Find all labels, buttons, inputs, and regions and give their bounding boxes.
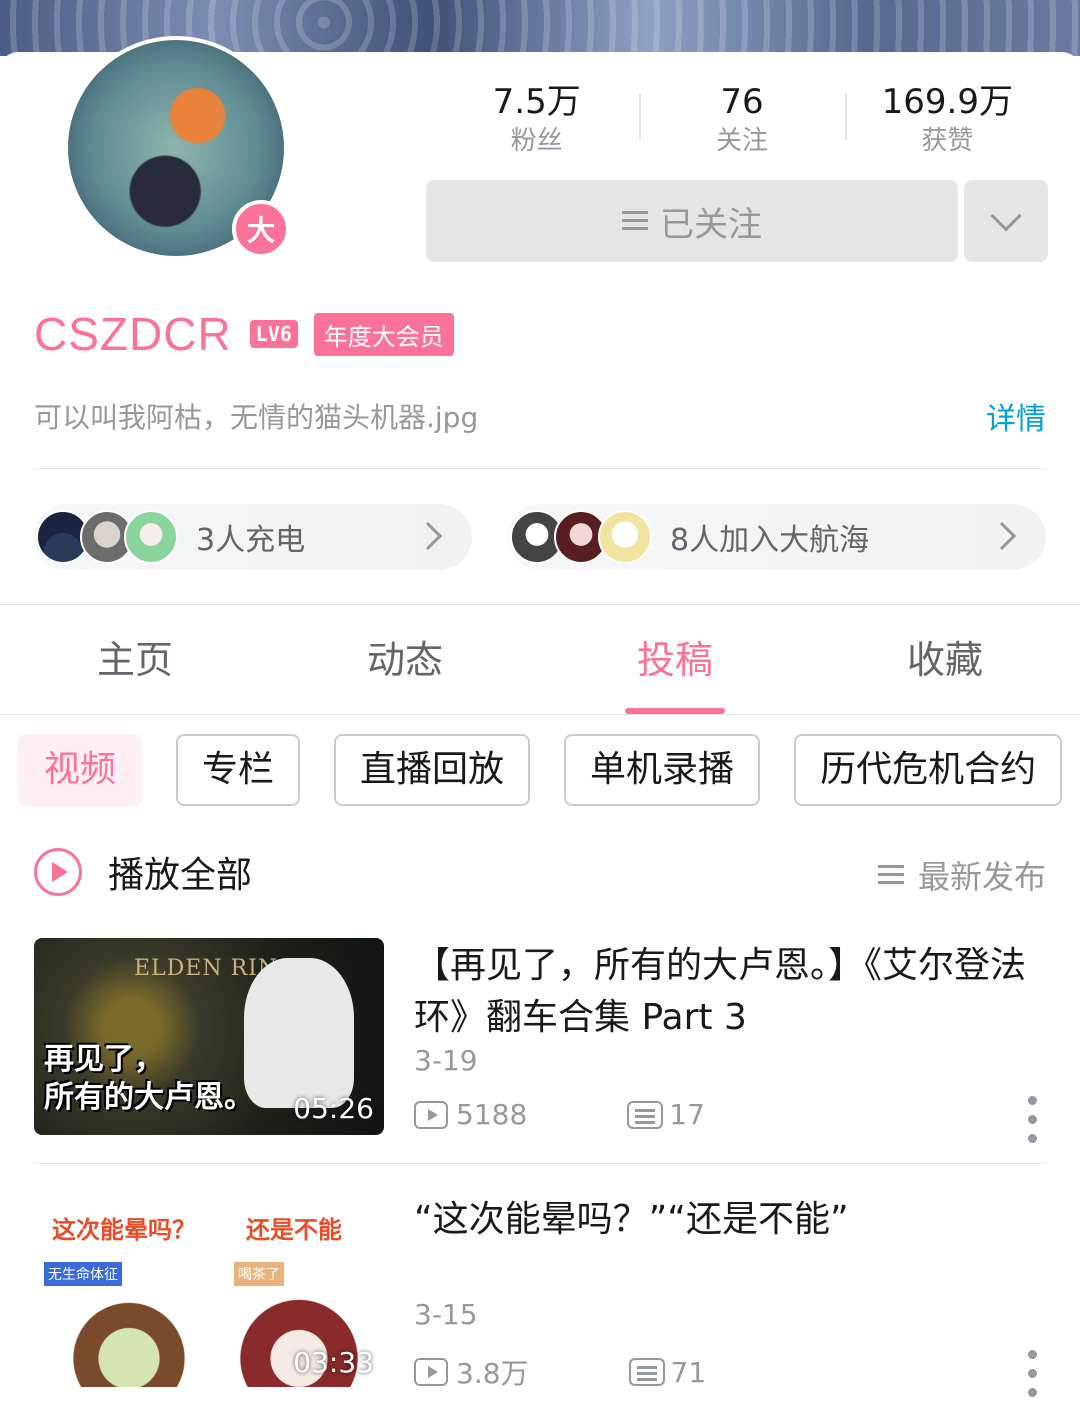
sort-button[interactable]: 最新发布: [877, 852, 1046, 898]
follow-options-button[interactable]: [964, 180, 1048, 262]
thumbnail-figure: [244, 958, 354, 1108]
name-row: CSZDCR LV6 年度大会员: [34, 304, 454, 364]
danmaku-icon: [628, 1358, 665, 1386]
video-title[interactable]: “这次能晕吗？”“还是不能”: [414, 1194, 1046, 1246]
tab-favorites[interactable]: 收藏: [810, 606, 1080, 714]
play-all-label: 播放全部: [108, 855, 253, 896]
tab-dynamics[interactable]: 动态: [270, 606, 540, 714]
more-options-icon[interactable]: [1028, 1350, 1038, 1400]
divider: [34, 1163, 1046, 1164]
chip-live-replays[interactable]: 直播回放: [334, 734, 531, 806]
fleet-text: 8人加入大航海: [670, 523, 870, 558]
danmaku-count: 71: [670, 1355, 707, 1389]
tab-home[interactable]: 主页: [0, 606, 270, 714]
tab-uploads[interactable]: 投稿: [540, 606, 810, 714]
video-title[interactable]: 【再见了，所有的大卢恩。】《艾尔登法环》翻车合集 Part 3: [414, 940, 1046, 1044]
stat-likes-value: 169.9万: [881, 82, 1013, 122]
sort-label: 最新发布: [917, 858, 1046, 896]
stat-following[interactable]: 76 关注: [639, 80, 844, 160]
video-meta: 5188 17: [414, 1098, 705, 1131]
chip-articles[interactable]: 专栏: [176, 734, 301, 806]
chevron-right-icon: [413, 521, 443, 551]
more-options-icon[interactable]: [1028, 1096, 1038, 1146]
video-duration: 05:26: [293, 1092, 374, 1125]
view-count: 3.8万: [456, 1357, 529, 1390]
avatar: [598, 510, 652, 564]
chip-videos[interactable]: 视频: [18, 734, 143, 806]
divider: [0, 714, 1080, 715]
video-date: 3-15: [414, 1298, 478, 1331]
video-meta: 3.8万 71: [414, 1352, 706, 1392]
charge-supporters[interactable]: 3人充电: [34, 504, 472, 570]
stat-likes[interactable]: 169.9万 获赞: [844, 80, 1050, 160]
play-count-icon: [414, 1358, 448, 1386]
video-thumbnail[interactable]: ELDEN RING 再见了， 所有的大卢恩。 05:26: [34, 938, 384, 1135]
stat-likes-label: 获赞: [921, 126, 974, 156]
avatar: [124, 510, 178, 564]
level-badge: LV6: [249, 320, 298, 348]
danmaku-icon: [627, 1100, 664, 1129]
thumbnail-tag: 无生命体征: [44, 1262, 122, 1286]
stat-fans-label: 粉丝: [510, 126, 563, 156]
danmaku-count: 17: [669, 1098, 705, 1131]
menu-icon: [622, 211, 648, 231]
vip-badge[interactable]: 年度大会员: [313, 312, 454, 356]
play-circle-icon: [34, 848, 82, 896]
stat-following-label: 关注: [715, 126, 768, 156]
thumbnail-caption: 这次能晕吗？: [52, 1216, 196, 1244]
username: CSZDCR: [34, 308, 232, 360]
video-date: 3-19: [414, 1044, 478, 1077]
chip-single-player-recordings[interactable]: 单机录播: [564, 734, 761, 806]
profile-tabs: 主页 动态 投稿 收藏: [0, 606, 1080, 714]
stat-fans[interactable]: 7.5万 粉丝: [434, 80, 639, 160]
chevron-down-icon: [990, 200, 1022, 232]
play-count-icon: [414, 1100, 448, 1129]
chevron-right-icon: [987, 521, 1017, 551]
charge-text: 3人充电: [196, 523, 306, 558]
sort-icon: [877, 865, 904, 885]
followed-button[interactable]: 已关注: [426, 180, 958, 262]
video-item[interactable]: 这次能晕吗？ 还是不能 无生命体征 喝茶了 03:33 “这次能晕吗？”“还是不…: [34, 1192, 1046, 1397]
category-chips: 视频 专栏 直播回放 单机录播 历代危机合约: [18, 734, 1080, 806]
bio: 可以叫我阿枯，无情的猫头机器.jpg: [34, 401, 479, 434]
vip-avatar-badge: 大: [232, 200, 290, 258]
followed-button-label: 已关注: [660, 204, 762, 245]
video-item[interactable]: ELDEN RING 再见了， 所有的大卢恩。 05:26 【再见了，所有的大卢…: [34, 938, 1046, 1143]
play-all-button[interactable]: 播放全部: [34, 846, 252, 898]
video-thumbnail[interactable]: 这次能晕吗？ 还是不能 无生命体征 喝茶了 03:33: [34, 1192, 384, 1389]
divider: [34, 468, 1046, 469]
chip-crisis-contract[interactable]: 历代危机合约: [794, 734, 1063, 806]
stats-row: 7.5万 粉丝 76 关注 169.9万 获赞: [434, 80, 1050, 160]
view-count: 5188: [456, 1098, 528, 1131]
stat-following-value: 76: [720, 82, 764, 122]
thumbnail-tag: 喝茶了: [234, 1262, 284, 1286]
thumbnail-caption: 所有的大卢恩。: [44, 1080, 254, 1115]
thumbnail-figure: [54, 1292, 204, 1387]
stat-fans-value: 7.5万: [492, 82, 581, 122]
thumbnail-caption: 还是不能: [246, 1216, 342, 1244]
video-duration: 03:33: [293, 1346, 374, 1379]
divider: [0, 604, 1080, 605]
detail-link[interactable]: 详情: [986, 394, 1046, 438]
fleet-supporters[interactable]: 8人加入大航海: [508, 504, 1046, 570]
